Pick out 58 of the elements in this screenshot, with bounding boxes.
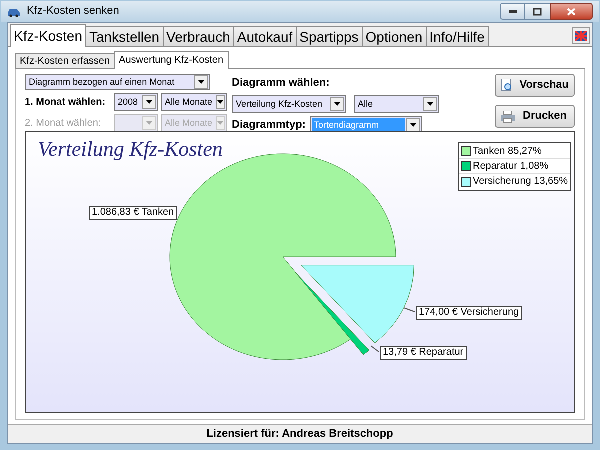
action-button[interactable]: Vorschau <box>495 74 575 97</box>
flag-button[interactable] <box>572 27 590 44</box>
caret-icon <box>216 95 225 109</box>
caret-icon <box>194 75 208 89</box>
dropdown[interactable]: 2008 <box>114 93 158 111</box>
tab[interactable]: Auswertung Kfz-Kosten <box>114 51 229 69</box>
value-label: 174,00 € Versicherung <box>416 306 522 320</box>
tab[interactable]: Optionen <box>362 26 427 46</box>
car-icon <box>7 6 21 16</box>
tab[interactable]: Autokauf <box>233 26 297 46</box>
dropdown-value: Diagramm bezogen auf einen Monat <box>28 76 176 89</box>
dropdown-value: Verteilung Kfz-Kosten <box>235 98 324 111</box>
caret-icon <box>423 97 437 111</box>
legend-label: Reparatur 1,08% <box>473 160 549 174</box>
close-icon <box>567 8 576 16</box>
dropdown-value: Tortendiagramm <box>312 118 405 132</box>
dropdown-value: 2008 <box>117 96 140 109</box>
minimize-button[interactable] <box>500 3 525 20</box>
action-button[interactable]: Drucken <box>495 105 575 128</box>
dropdown[interactable] <box>114 114 158 132</box>
field-label: 2. Monat wählen: <box>25 116 102 130</box>
caret-icon <box>142 116 156 130</box>
tab[interactable]: Kfz-Kosten <box>10 24 86 47</box>
value-label: 13,79 € Reparatur <box>380 346 467 360</box>
tab[interactable]: Spartipps <box>296 26 363 46</box>
maximize-icon <box>533 8 542 16</box>
tab[interactable]: Info/Hilfe <box>426 26 489 46</box>
printer-icon <box>501 110 515 122</box>
minimize-icon <box>508 10 516 13</box>
field-label: 1. Monat wählen: <box>25 96 107 110</box>
caret-icon <box>406 118 420 132</box>
tab[interactable]: Verbrauch <box>162 26 234 46</box>
maximize-button[interactable] <box>525 3 550 20</box>
field-label: Diagrammtyp: <box>232 118 307 133</box>
chart-title: Verteilung Kfz-Kosten <box>38 136 223 163</box>
legend-label: Versicherung 13,65% <box>473 175 568 189</box>
dropdown[interactable]: Diagramm bezogen auf einen Monat <box>25 74 210 90</box>
tab[interactable]: Tankstellen <box>85 26 164 46</box>
dropdown[interactable]: Alle <box>354 95 439 113</box>
caret-icon <box>330 97 344 111</box>
leader-line <box>370 346 380 352</box>
legend-label: Tanken 85,27% <box>473 144 542 158</box>
leader-line <box>404 308 416 312</box>
caret-icon <box>142 95 156 109</box>
dropdown-value: Alle <box>357 98 374 111</box>
magnifier-document-icon <box>501 79 512 92</box>
window-title: Kfz-Kosten senken <box>27 4 120 20</box>
dropdown[interactable]: Alle Monate <box>161 93 227 111</box>
flag-icon <box>575 30 587 40</box>
close-button[interactable] <box>550 3 593 20</box>
value-label: 1.086,83 € Tanken <box>89 206 178 220</box>
status-text: Lizensiert für: Andreas Breitschopp <box>206 426 394 442</box>
caret-icon <box>216 116 225 130</box>
field-label: Diagramm wählen: <box>232 76 331 91</box>
dropdown[interactable]: Verteilung Kfz-Kosten <box>232 95 346 113</box>
dropdown-value: Alle Monate <box>164 96 214 109</box>
tab[interactable]: Kfz-Kosten erfassen <box>15 53 116 68</box>
dropdown-value: Alle Monate <box>164 117 214 130</box>
